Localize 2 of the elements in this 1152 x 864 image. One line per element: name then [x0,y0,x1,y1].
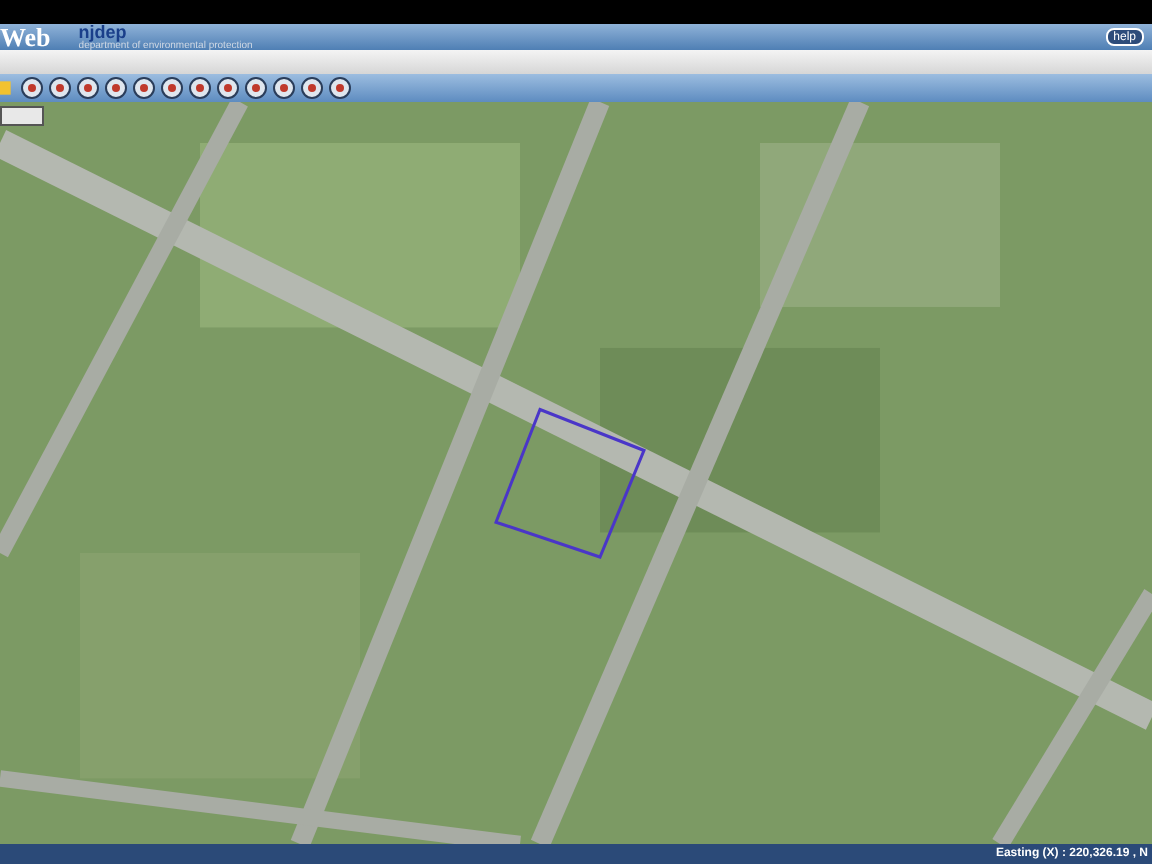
logo-text: njdep [78,23,127,41]
app-title: Web [0,24,51,50]
